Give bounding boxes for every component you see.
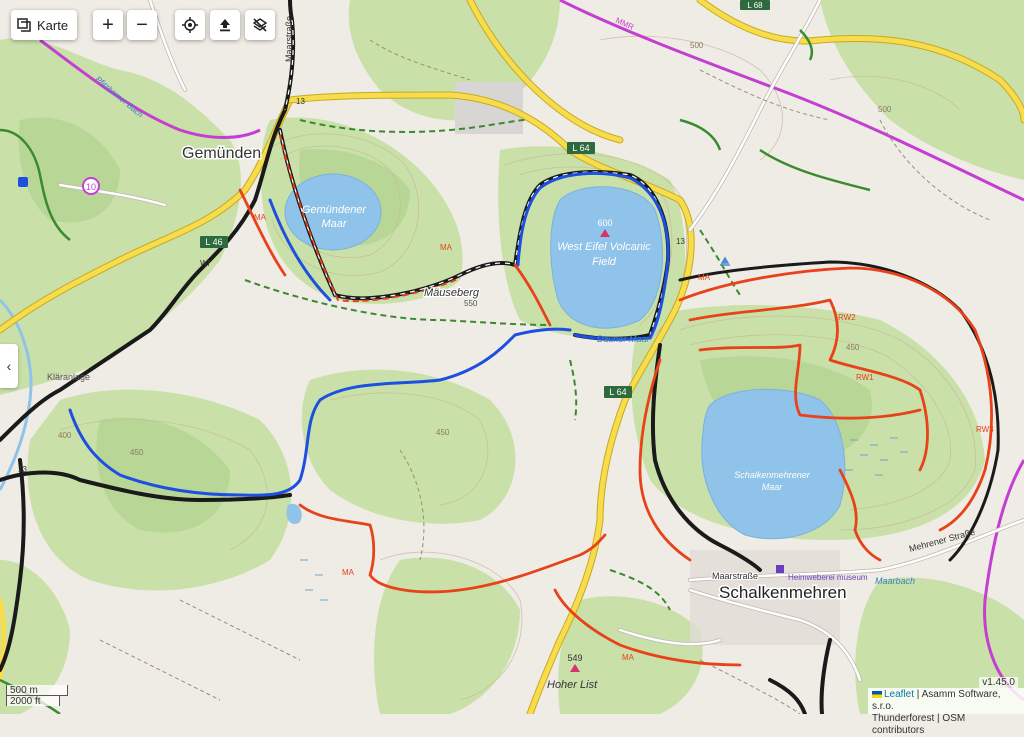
map-layer-label: Karte bbox=[37, 17, 69, 33]
church-icon bbox=[776, 565, 784, 573]
attrib-thunderforest: Thunderforest bbox=[872, 713, 935, 724]
label-route-10: 10 bbox=[86, 182, 96, 192]
label-rw3: RW3 bbox=[976, 425, 994, 434]
label-schalken-lake-1: Schalkenmehrener bbox=[734, 470, 811, 480]
scale-imperial: 2000 ft bbox=[6, 695, 60, 707]
label-heimatmuseum: Heimweberei museum bbox=[788, 573, 868, 582]
label-l68: L 68 bbox=[747, 1, 763, 10]
layers-icon bbox=[17, 18, 31, 32]
label-hoher-list: Hoher List bbox=[547, 679, 598, 691]
label-ma-c: MA bbox=[342, 568, 355, 577]
label-volcanic-1: West Eifel Volcanic bbox=[557, 241, 651, 253]
label-dauner-maar: Dauner Maar bbox=[597, 334, 651, 344]
parking-marker bbox=[18, 177, 28, 187]
label-mauseberg: Mäuseberg bbox=[424, 287, 480, 299]
sidebar-toggle-button[interactable]: ‹ bbox=[0, 344, 18, 388]
label-schalken-lake-2: Maar bbox=[762, 482, 784, 492]
ukraine-flag-icon bbox=[872, 690, 882, 698]
label-gemuendener-maar-1: Gemündener bbox=[302, 204, 368, 216]
label-klaeranlage: Kläranlage bbox=[47, 372, 90, 382]
label-ma-e: MA bbox=[254, 213, 267, 222]
zoom-out-button[interactable]: − bbox=[127, 10, 157, 40]
label-elev-450a: 450 bbox=[436, 428, 450, 437]
attrib-separator-2: | bbox=[934, 713, 943, 724]
label-schalkenmehren: Schalkenmehren bbox=[719, 583, 847, 602]
label-gemuenden: Gemünden bbox=[182, 145, 261, 162]
label-elev-500b: 500 bbox=[878, 105, 892, 114]
label-elev-500: 500 bbox=[690, 41, 704, 50]
label-peak-600: 600 bbox=[597, 218, 612, 228]
version-label: v1.45.0 bbox=[979, 677, 1018, 688]
hide-layers-button[interactable] bbox=[245, 10, 275, 40]
label-gemuendener-maar-2: Maar bbox=[321, 218, 347, 230]
label-elev-450b: 450 bbox=[130, 448, 144, 457]
label-elev-450c: 450 bbox=[846, 343, 860, 352]
label-maarstrasse-vertical: Maarstraße bbox=[284, 16, 294, 62]
lake-schalkenmehrener-maar bbox=[701, 388, 846, 540]
label-n13a: 13 bbox=[296, 97, 305, 106]
map-canvas[interactable]: Gemünden Gemündener Maar West Eifel Volc… bbox=[0, 0, 1024, 714]
attrib-separator-1: | bbox=[914, 689, 922, 700]
label-rw2: RW2 bbox=[838, 313, 856, 322]
label-l46: L 46 bbox=[205, 237, 222, 247]
label-volcanic-2: Field bbox=[592, 256, 617, 268]
label-rw1: RW1 bbox=[856, 373, 874, 382]
label-elev-400: 400 bbox=[58, 431, 72, 440]
label-l64-top: L 64 bbox=[572, 143, 589, 153]
zoom-in-button[interactable]: + bbox=[93, 10, 123, 40]
upload-icon bbox=[218, 18, 232, 32]
label-ma-a: MA bbox=[440, 243, 453, 252]
label-peak-549: 549 bbox=[567, 653, 582, 663]
attrib-leaflet-link[interactable]: Leaflet bbox=[884, 689, 914, 700]
attribution: Leaflet | Asamm Software, s.r.o. Thunder… bbox=[868, 688, 1024, 736]
label-l64-mid: L 64 bbox=[609, 387, 626, 397]
label-ma-b: MA bbox=[698, 273, 711, 282]
label-wf: Wf bbox=[200, 259, 211, 268]
label-elev-550: 550 bbox=[464, 299, 478, 308]
upload-button[interactable] bbox=[210, 10, 240, 40]
crosshair-icon bbox=[182, 17, 198, 33]
scale-bar: 500 m 2000 ft bbox=[6, 685, 68, 707]
label-maarstrasse: Maarstraße bbox=[712, 571, 758, 581]
label-maarbach: Maarbach bbox=[875, 576, 915, 586]
map-layer-button[interactable]: Karte bbox=[11, 10, 77, 40]
label-n13c: 13 bbox=[18, 465, 27, 474]
label-n13b: 13 bbox=[676, 237, 685, 246]
label-ma-d: MA bbox=[622, 653, 635, 662]
locate-button[interactable] bbox=[175, 10, 205, 40]
layers-off-icon bbox=[252, 17, 268, 33]
